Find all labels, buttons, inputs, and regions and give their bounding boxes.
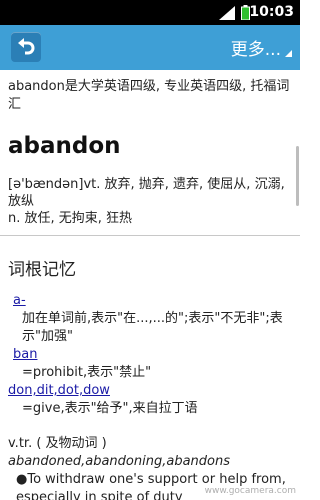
root-link[interactable]: don,dit,dot,dow	[8, 383, 110, 398]
root-meaning: 加在单词前,表示"在...,...的";表示"不无非";表示"加强"	[22, 311, 283, 344]
watermark: www.gocamera.com	[204, 486, 296, 496]
roots-list: a- 加在单词前,表示"在...,...的";表示"不无非";表示"加强" ba…	[8, 292, 294, 418]
signal-icon	[219, 5, 235, 24]
word-forms: abandoned,abandoning,abandons	[8, 454, 230, 469]
back-button[interactable]	[11, 32, 41, 62]
root-item: a- 加在单词前,表示"在...,...的";表示"不无非";表示"加强"	[8, 292, 294, 346]
status-icons	[219, 5, 250, 24]
entry-content[interactable]: abandon是大学英语四级, 专业英语四级, 托福词汇 abandon [ə'…	[0, 70, 300, 500]
section-divider	[0, 235, 300, 236]
root-link[interactable]: a-	[13, 293, 26, 308]
status-time: 10:03	[249, 4, 294, 20]
exam-level-note: abandon是大学英语四级, 专业英语四级, 托福词汇	[8, 79, 290, 112]
roots-title: 词根记忆	[8, 260, 76, 280]
headword: abandon	[8, 133, 121, 159]
scrollbar[interactable]	[296, 146, 299, 206]
more-menu-button[interactable]: 更多...	[231, 35, 292, 60]
root-meaning: =give,表示"给予",来自拉丁语	[22, 401, 198, 416]
title-bar: 更多...	[0, 25, 300, 70]
back-arrow-icon	[16, 35, 36, 59]
definition-n: n. 放任, 无拘束, 狂热	[8, 211, 133, 226]
root-item: don,dit,dot,dow =give,表示"给予",来自拉丁语	[8, 382, 294, 418]
root-item: ban =prohibit,表示"禁止"	[8, 346, 294, 382]
root-link[interactable]: ban	[13, 347, 37, 362]
root-meaning: =prohibit,表示"禁止"	[22, 365, 152, 380]
definition-vt: [ə'bændən]vt. 放弃, 抛弃, 遗弃, 使屈从, 沉溺, 放纵	[8, 177, 285, 209]
status-bar: 10:03	[0, 0, 300, 25]
more-label: 更多...	[230, 40, 281, 60]
part-of-speech: v.tr. ( 及物动词 )	[8, 436, 107, 451]
definitions: [ə'bændən]vt. 放弃, 抛弃, 遗弃, 使屈从, 沉溺, 放纵 n.…	[8, 176, 294, 227]
menu-corner-icon	[285, 50, 292, 57]
